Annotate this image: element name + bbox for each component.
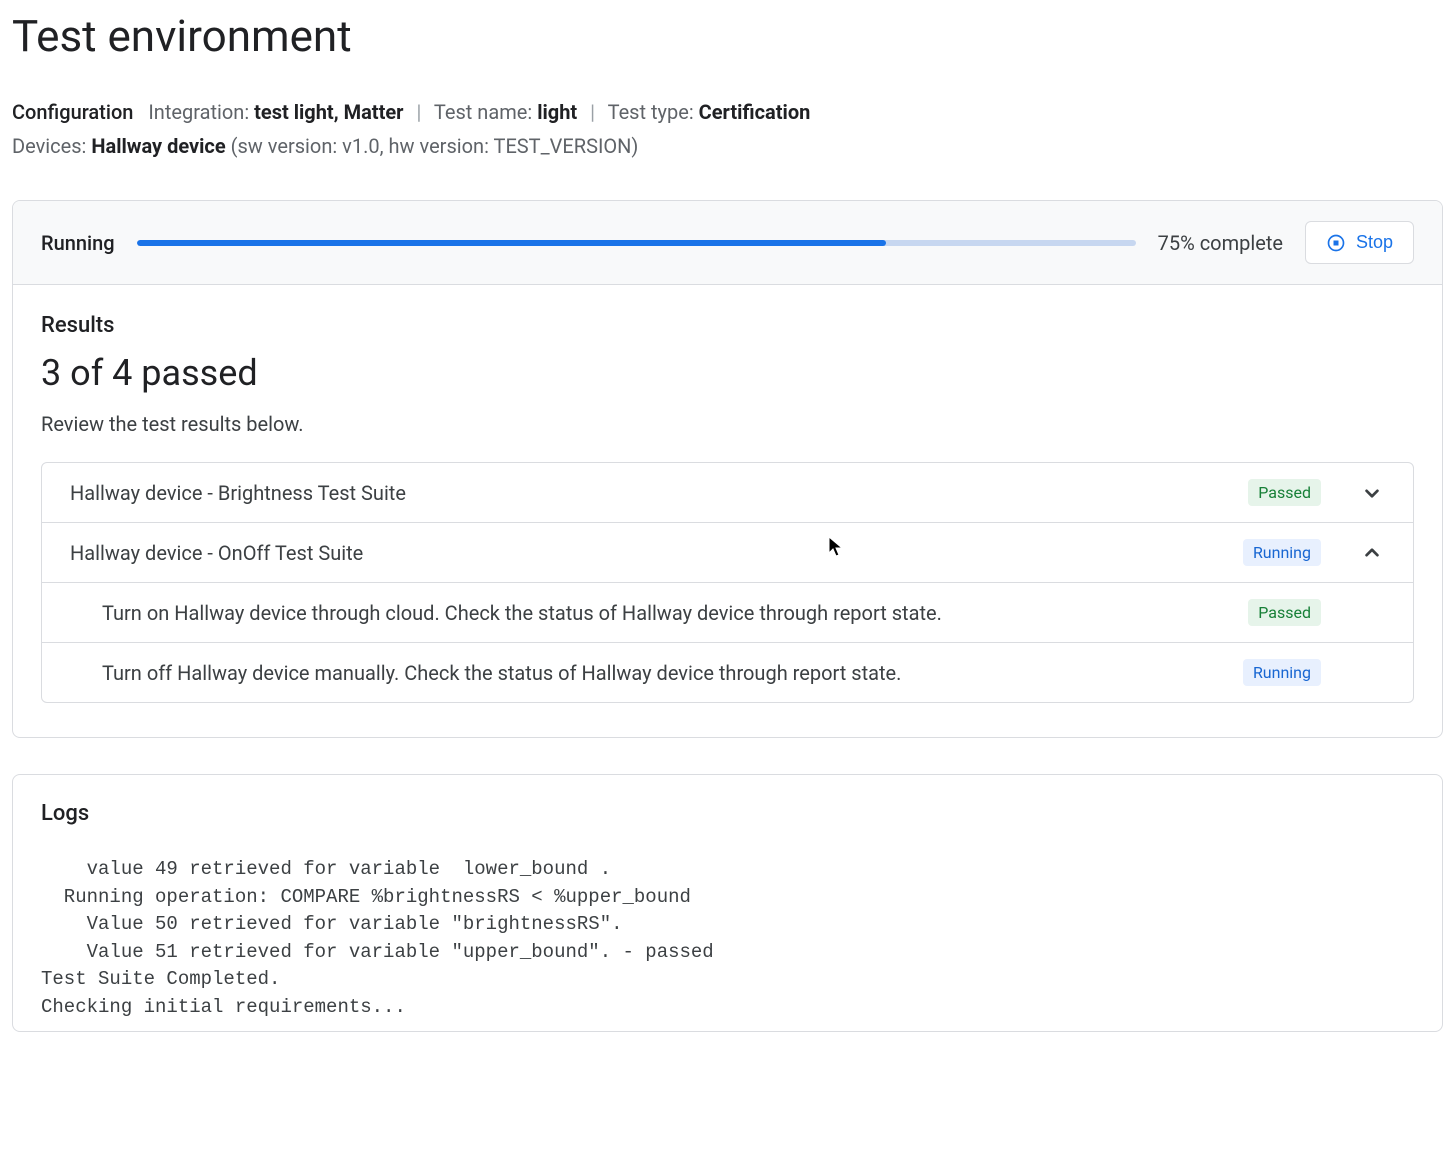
- stop-button[interactable]: Stop: [1305, 221, 1414, 264]
- chevron-up-icon[interactable]: [1359, 540, 1385, 566]
- test-type-label: Test type:: [608, 100, 694, 124]
- suite-row[interactable]: Hallway device - OnOff Test SuiteRunning: [42, 523, 1413, 583]
- results-heading: Results: [41, 313, 1414, 338]
- device-meta: (sw version: v1.0, hw version: TEST_VERS…: [231, 134, 639, 158]
- test-row: Turn on Hallway device through cloud. Ch…: [42, 583, 1413, 643]
- test-title: Turn off Hallway device manually. Check …: [70, 661, 1243, 685]
- progress-track: [137, 240, 1136, 246]
- results-count: 3 of 4 passed: [41, 352, 1414, 394]
- suite-row[interactable]: Hallway device - Brightness Test SuitePa…: [42, 463, 1413, 523]
- test-type-value: Certification: [699, 100, 811, 124]
- config-line-1: Configuration Integration: test light, M…: [12, 100, 1443, 124]
- progress-results-card: Running 75% complete Stop Results 3 of 4…: [12, 200, 1443, 738]
- logs-heading: Logs: [41, 801, 1414, 826]
- results-subtext: Review the test results below.: [41, 412, 1414, 436]
- suite-list: Hallway device - Brightness Test SuitePa…: [41, 462, 1414, 703]
- suite-title: Hallway device - OnOff Test Suite: [70, 541, 1243, 565]
- logs-body: value 49 retrieved for variable lower_bo…: [41, 856, 1414, 1021]
- progress-text: 75% complete: [1158, 231, 1283, 255]
- test-title: Turn on Hallway device through cloud. Ch…: [70, 601, 1248, 625]
- stop-label: Stop: [1356, 232, 1393, 253]
- logs-card: Logs value 49 retrieved for variable low…: [12, 774, 1443, 1032]
- page-title: Test environment: [12, 10, 1443, 62]
- test-name-value: light: [537, 100, 577, 124]
- stop-icon: [1326, 233, 1346, 253]
- progress-status: Running: [41, 231, 115, 255]
- results-body: Results 3 of 4 passed Review the test re…: [13, 285, 1442, 737]
- divider: |: [590, 100, 595, 124]
- progress-fill: [137, 240, 886, 246]
- devices-label: Devices:: [12, 134, 86, 158]
- status-badge: Running: [1243, 539, 1321, 566]
- test-name-label: Test name:: [434, 100, 532, 124]
- suite-title: Hallway device - Brightness Test Suite: [70, 481, 1248, 505]
- status-badge: Passed: [1248, 479, 1321, 506]
- status-badge: Passed: [1248, 599, 1321, 626]
- divider: |: [416, 100, 421, 124]
- integration-value: test light, Matter: [254, 100, 403, 124]
- chevron-down-icon[interactable]: [1359, 480, 1385, 506]
- configuration-label: Configuration: [12, 100, 133, 124]
- progress-row: Running 75% complete Stop: [13, 201, 1442, 285]
- config-line-2: Devices: Hallway device (sw version: v1.…: [12, 134, 1443, 158]
- status-badge: Running: [1243, 659, 1321, 686]
- device-name: Hallway device: [91, 134, 225, 158]
- test-row: Turn off Hallway device manually. Check …: [42, 643, 1413, 702]
- integration-label: Integration:: [148, 100, 249, 124]
